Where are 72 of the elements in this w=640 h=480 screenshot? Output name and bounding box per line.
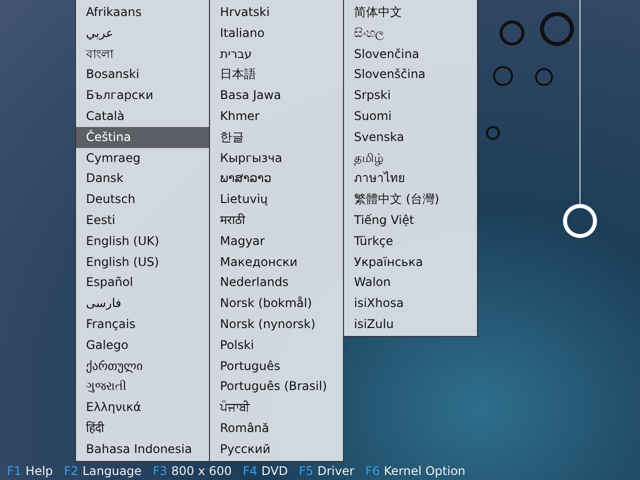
language-option[interactable]: বাংলা: [76, 44, 209, 64]
language-option[interactable]: Türkçe: [344, 230, 477, 252]
language-option[interactable]: Українська: [344, 252, 477, 272]
language-option[interactable]: Русский: [210, 438, 343, 460]
language-option[interactable]: Български: [76, 85, 209, 106]
language-option[interactable]: Nederlands: [210, 272, 343, 294]
function-key-label: 800 x 600: [171, 464, 232, 478]
language-option[interactable]: ภาษาไทย: [344, 168, 477, 190]
language-option[interactable]: 繁體中文 (台灣): [344, 189, 477, 210]
language-option[interactable]: Eesti: [76, 210, 209, 231]
language-option[interactable]: ພາສາລາວ: [210, 168, 343, 190]
language-option[interactable]: Ελληνικά: [76, 397, 209, 418]
language-option[interactable]: isiZulu: [344, 314, 477, 335]
language-option[interactable]: עברית: [210, 44, 343, 64]
function-key: F3: [152, 464, 168, 478]
language-option[interactable]: Português: [210, 356, 343, 376]
language-option[interactable]: English (US): [76, 252, 209, 272]
language-option[interactable]: Walon: [344, 272, 477, 294]
function-key-label: Kernel Option: [384, 464, 466, 478]
language-option[interactable]: Deutsch: [76, 189, 209, 210]
language-option[interactable]: සිංහල: [344, 22, 477, 44]
function-key: F2: [64, 464, 78, 478]
language-option[interactable]: Polski: [210, 334, 343, 356]
language-option[interactable]: Português (Brasil): [210, 376, 343, 398]
language-option[interactable]: ગુજરાતી: [76, 376, 209, 398]
language-option[interactable]: 한글: [210, 126, 343, 148]
language-option[interactable]: Slovenčina: [344, 44, 477, 64]
language-option[interactable]: Català: [76, 106, 209, 127]
language-option[interactable]: Suomi: [344, 106, 477, 127]
language-option[interactable]: عربي: [76, 22, 209, 44]
language-option[interactable]: Afrikaans: [76, 2, 209, 23]
language-option[interactable]: Italiano: [210, 22, 343, 44]
language-option[interactable]: Español: [76, 272, 209, 294]
function-key-label: Language: [82, 464, 142, 478]
language-option[interactable]: Dansk: [76, 168, 209, 190]
language-option[interactable]: فارسی: [76, 293, 209, 314]
function-key-label: DVD: [261, 464, 288, 478]
language-option[interactable]: Tiếng Việt: [344, 210, 477, 231]
language-option[interactable]: Română: [210, 418, 343, 439]
language-option[interactable]: Français: [76, 314, 209, 335]
function-key: F1: [7, 464, 22, 478]
language-option[interactable]: 日本語: [210, 64, 343, 86]
language-option[interactable]: Khmer: [210, 106, 343, 127]
language-option[interactable]: Galego: [76, 334, 209, 356]
language-option[interactable]: हिंदी: [76, 418, 209, 439]
language-option[interactable]: Čeština: [76, 126, 209, 148]
language-option[interactable]: Slovenščina: [344, 64, 477, 86]
language-option[interactable]: Македонски: [210, 252, 343, 272]
language-option[interactable]: ქართული: [76, 356, 209, 376]
language-option[interactable]: Cymraeg: [76, 148, 209, 168]
language-option[interactable]: Bahasa Indonesia: [76, 438, 209, 460]
language-option[interactable]: Norsk (bokmål): [210, 293, 343, 314]
language-option[interactable]: Hrvatski: [210, 2, 343, 23]
language-option[interactable]: मराठी: [210, 210, 343, 231]
language-option[interactable]: Lietuvių: [210, 189, 343, 210]
function-key: F4: [242, 464, 258, 478]
language-option[interactable]: Кыргызча: [210, 148, 343, 168]
language-option[interactable]: ਪੰਜਾਬੀ: [210, 397, 343, 418]
function-key: F5: [298, 464, 314, 478]
language-option[interactable]: Basa Jawa: [210, 85, 343, 106]
language-option[interactable]: 简体中文: [344, 2, 477, 23]
language-option[interactable]: isiXhosa: [344, 293, 477, 314]
function-key-label: Help: [26, 464, 53, 478]
language-option[interactable]: Svenska: [344, 126, 477, 148]
language-option[interactable]: English (UK): [76, 230, 209, 252]
language-option[interactable]: Bosanski: [76, 64, 209, 86]
function-key: F6: [365, 464, 380, 478]
language-option[interactable]: Norsk (nynorsk): [210, 314, 343, 335]
language-option[interactable]: தமிழ்: [344, 148, 477, 168]
language-option[interactable]: Srpski: [344, 85, 477, 106]
function-key-label: Driver: [317, 464, 354, 478]
language-option[interactable]: Magyar: [210, 230, 343, 252]
